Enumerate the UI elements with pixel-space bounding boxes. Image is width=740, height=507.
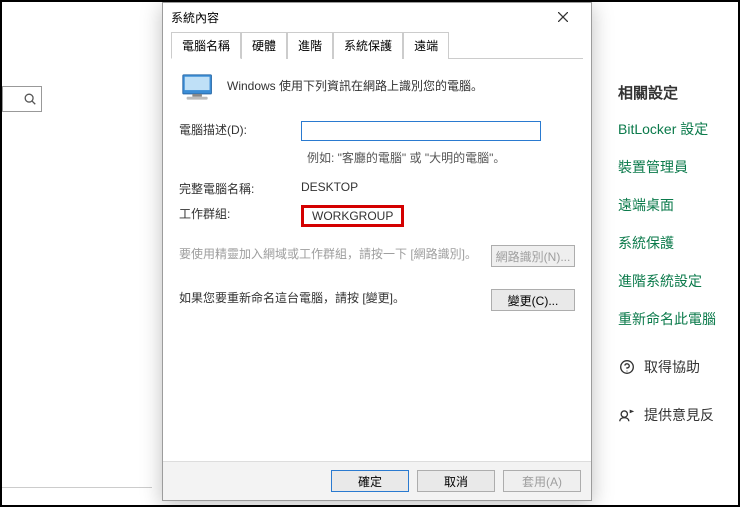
link-remote-desktop[interactable]: 遠端桌面 — [618, 195, 738, 215]
give-feedback-link[interactable]: 提供意見反 — [618, 405, 738, 425]
dialog-titlebar: 系統內容 — [163, 3, 591, 31]
dialog-footer: 確定 取消 套用(A) — [163, 461, 591, 500]
divider — [2, 487, 152, 488]
full-computer-name-label: 完整電腦名稱: — [179, 180, 301, 197]
workgroup-value: WORKGROUP — [301, 205, 404, 227]
intro-text: Windows 使用下列資訊在網路上識別您的電腦。 — [227, 71, 575, 94]
network-id-text: 要使用精靈加入網域或工作群組，請按一下 [網路識別]。 — [179, 245, 491, 262]
help-icon — [618, 358, 636, 376]
get-help-label: 取得協助 — [644, 357, 700, 377]
close-button[interactable] — [543, 5, 583, 29]
ok-button[interactable]: 確定 — [331, 470, 409, 492]
tab-system-protection[interactable]: 系統保護 — [333, 32, 403, 59]
tab-pane-computer-name: Windows 使用下列資訊在網路上識別您的電腦。 電腦描述(D): 例如: "… — [163, 59, 591, 461]
link-rename-pc[interactable]: 重新命名此電腦 — [618, 309, 738, 329]
link-advanced-system-settings[interactable]: 進階系統設定 — [618, 271, 738, 291]
change-button[interactable]: 變更(C)... — [491, 289, 575, 311]
feedback-icon — [618, 406, 636, 424]
network-id-button: 網路識別(N)... — [491, 245, 575, 267]
tab-hardware[interactable]: 硬體 — [241, 32, 287, 59]
computer-icon — [179, 71, 221, 107]
full-computer-name-value: DESKTOP — [301, 180, 575, 194]
related-settings-panel: 相關設定 BitLocker 設定 裝置管理員 遠端桌面 系統保護 進階系統設定… — [618, 82, 738, 439]
link-system-protection[interactable]: 系統保護 — [618, 233, 738, 253]
system-properties-dialog: 系統內容 電腦名稱 硬體 進階 系統保護 遠端 Windows 使用下列資訊在網… — [162, 2, 592, 501]
dialog-tabs: 電腦名稱 硬體 進階 系統保護 遠端 — [171, 31, 583, 59]
settings-search-input[interactable] — [2, 86, 42, 112]
link-bitlocker[interactable]: BitLocker 設定 — [618, 119, 738, 139]
workgroup-label: 工作群組: — [179, 205, 301, 222]
dialog-title: 系統內容 — [171, 9, 219, 26]
description-label: 電腦描述(D): — [179, 121, 301, 138]
tab-computer-name[interactable]: 電腦名稱 — [171, 32, 241, 59]
link-device-manager[interactable]: 裝置管理員 — [618, 157, 738, 177]
apply-button: 套用(A) — [503, 470, 581, 492]
search-icon — [23, 92, 37, 106]
get-help-link[interactable]: 取得協助 — [618, 357, 738, 377]
related-settings-heading: 相關設定 — [618, 82, 738, 103]
close-icon — [558, 12, 568, 22]
tab-advanced[interactable]: 進階 — [287, 32, 333, 59]
cancel-button[interactable]: 取消 — [417, 470, 495, 492]
give-feedback-label: 提供意見反 — [644, 405, 714, 425]
change-text: 如果您要重新命名這台電腦，請按 [變更]。 — [179, 289, 491, 306]
tab-remote[interactable]: 遠端 — [403, 32, 449, 59]
description-hint: 例如: "客廳的電腦" 或 "大明的電腦"。 — [307, 149, 575, 166]
description-input[interactable] — [301, 121, 541, 141]
